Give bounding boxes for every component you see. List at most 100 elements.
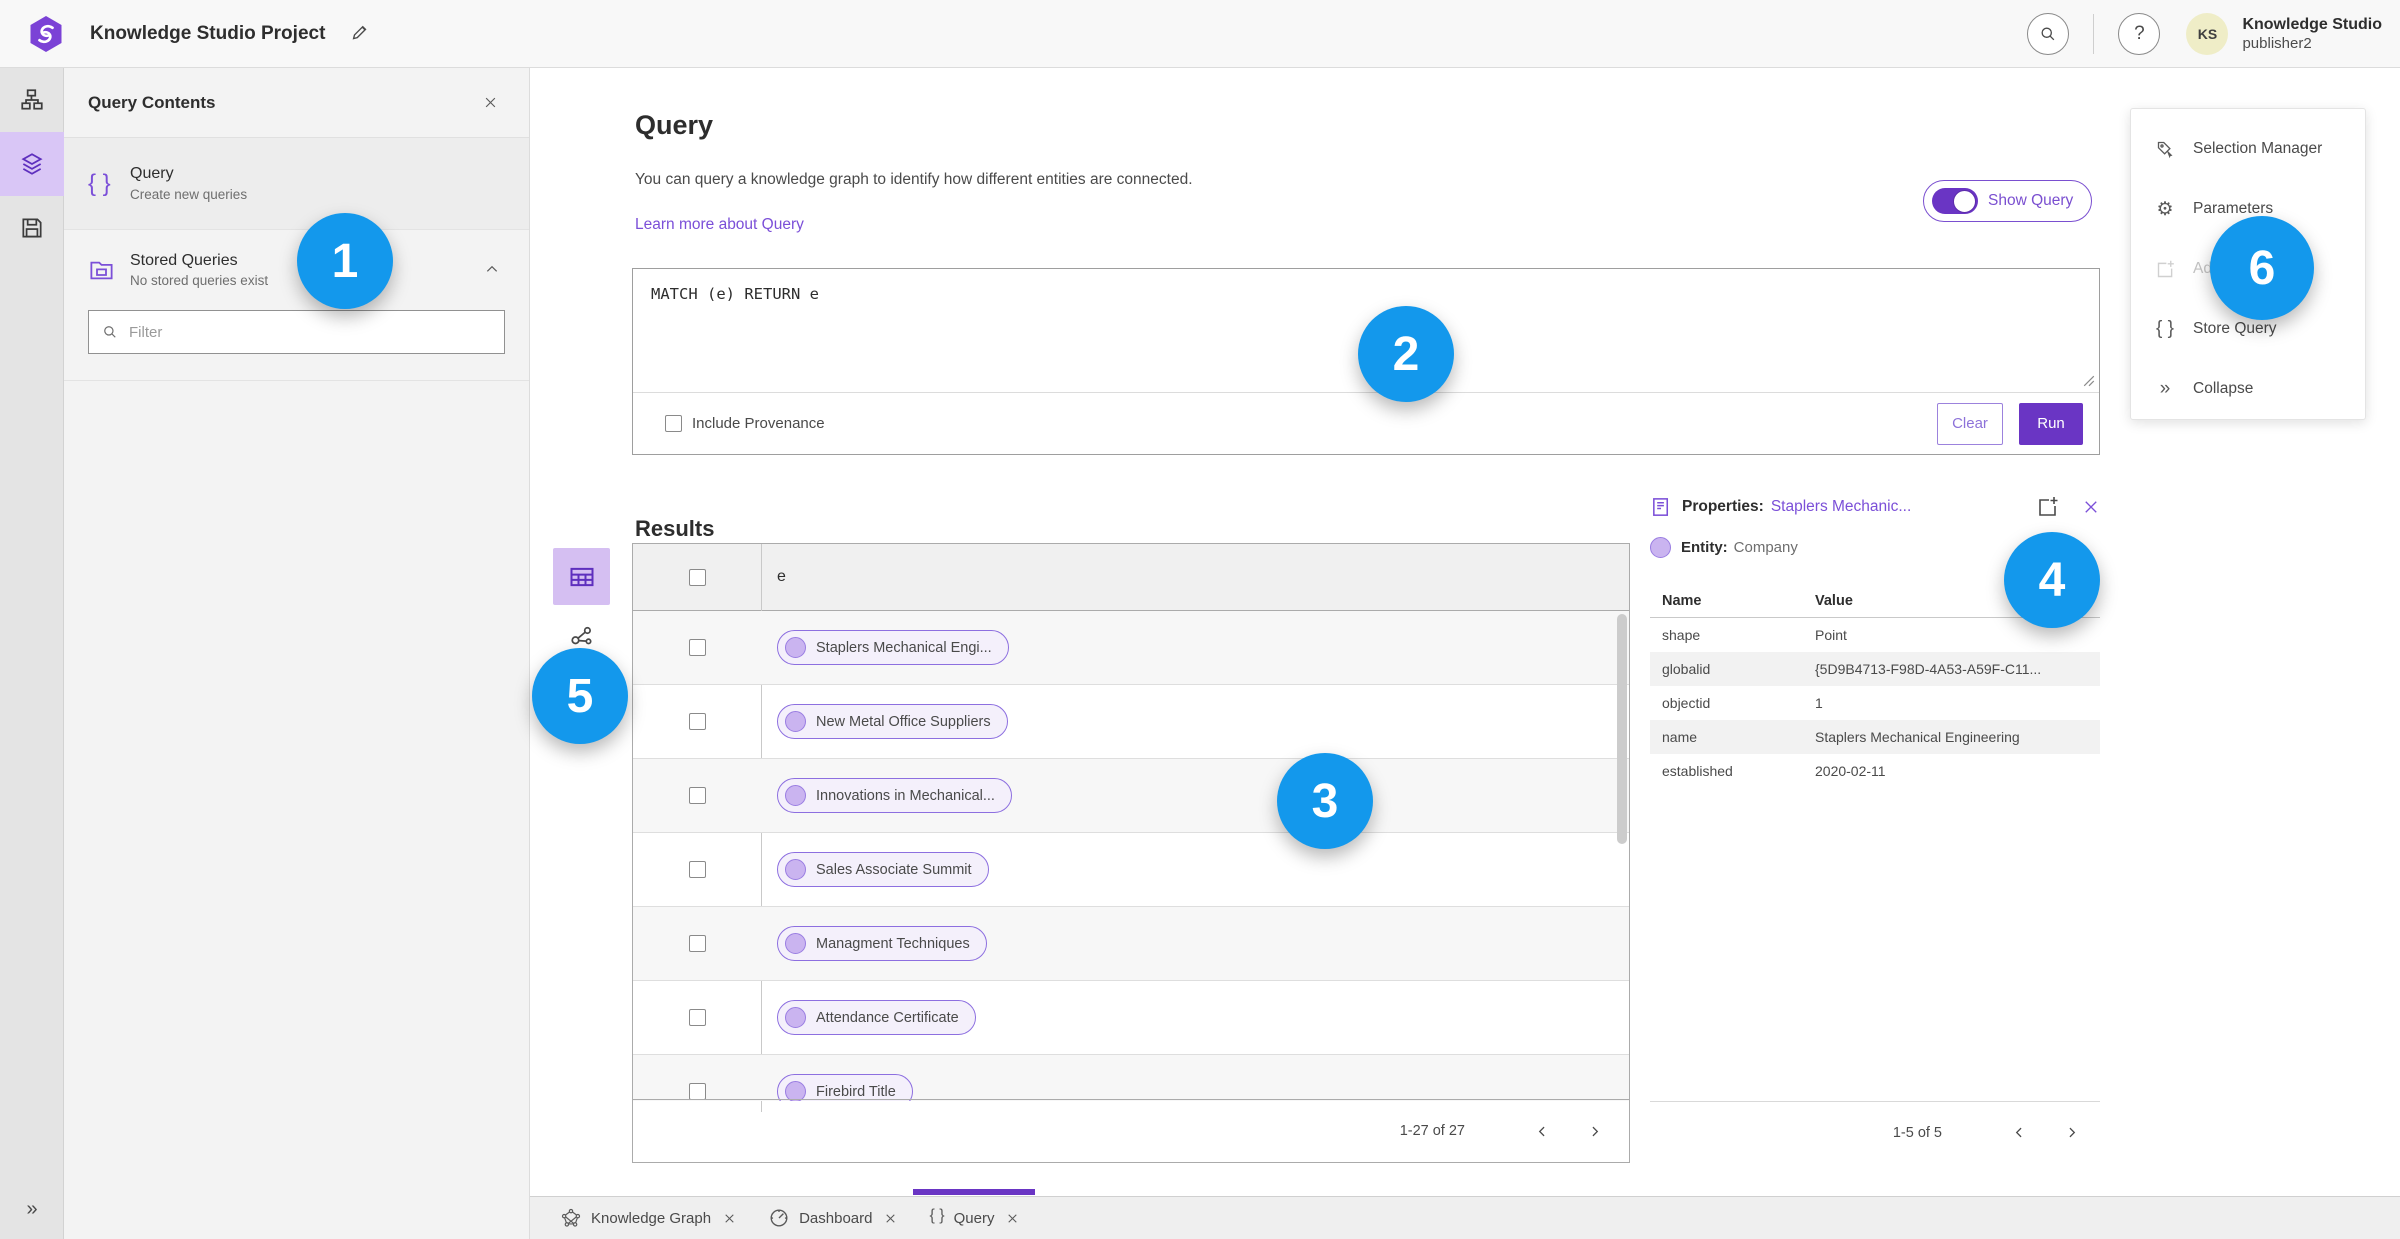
include-provenance-checkbox[interactable] <box>665 415 682 432</box>
double-chevron-right-icon: » <box>2159 378 2171 399</box>
entity-chip-label: Firebird Title <box>816 1083 896 1100</box>
entity-chip[interactable]: Attendance Certificate <box>777 1000 976 1035</box>
entity-type-value: Company <box>1733 539 1798 556</box>
query-editor[interactable]: MATCH (e) RETURN e <box>651 285 819 303</box>
rail-item-contents[interactable] <box>0 132 64 196</box>
dashboard-gauge-icon <box>770 1209 788 1227</box>
sidebar-item-query[interactable]: { } Query Create new queries <box>64 138 529 230</box>
row-checkbox[interactable] <box>688 1009 706 1026</box>
account-name: Knowledge Studio <box>2242 16 2382 34</box>
bottom-tab-bar: Knowledge Graph Dashboard { } Query <box>530 1188 2400 1239</box>
chevron-right-icon <box>2068 1127 2075 1138</box>
entity-dot-icon <box>785 1007 806 1028</box>
table-row[interactable]: New Metal Office Suppliers <box>633 685 1629 759</box>
table-scrollbar[interactable] <box>1617 614 1627 1099</box>
run-button[interactable]: Run <box>2019 402 2083 445</box>
entity-chip[interactable]: Innovations in Mechanical... <box>777 778 1012 813</box>
table-view-button[interactable] <box>553 548 610 605</box>
search-button[interactable] <box>2027 13 2070 55</box>
menu-item-label: Selection Manager <box>2193 140 2323 157</box>
tab-query[interactable]: { } Query <box>913 1188 1036 1239</box>
properties-entity-link[interactable]: Staplers Mechanic... <box>1771 498 1911 516</box>
close-icon <box>485 97 495 108</box>
filter-field[interactable] <box>88 310 505 354</box>
property-value: {5D9B4713-F98D-4A53-A59F-C11... <box>1815 661 2042 677</box>
close-tab-icon[interactable] <box>884 1212 897 1225</box>
topbar-divider <box>2093 14 2095 54</box>
tab-knowledge-graph[interactable]: Knowledge Graph <box>544 1197 752 1239</box>
results-next-page-button[interactable] <box>1579 1116 1609 1146</box>
column-header-e[interactable]: e <box>777 568 786 586</box>
project-title: Knowledge Studio Project <box>90 22 326 44</box>
row-checkbox[interactable] <box>688 787 706 804</box>
table-row[interactable]: Firebird Title <box>633 1055 1629 1101</box>
app-logo-icon <box>30 15 62 52</box>
entity-chip[interactable]: Sales Associate Summit <box>777 852 989 887</box>
query-item-subtitle: Create new queries <box>130 187 248 202</box>
scrollbar-thumb[interactable] <box>1617 614 1627 844</box>
table-row[interactable]: Managment Techniques <box>633 907 1629 981</box>
table-row[interactable]: Sales Associate Summit <box>633 833 1629 907</box>
knowledge-graph-icon <box>561 1208 581 1227</box>
annotation-badge-4: 4 <box>2004 532 2100 628</box>
entity-chip[interactable]: Staplers Mechanical Engi... <box>777 630 1009 665</box>
expand-rail-button[interactable]: » <box>0 1198 64 1221</box>
entity-chip[interactable]: Managment Techniques <box>777 926 987 961</box>
left-rail: » <box>0 68 64 1239</box>
row-checkbox[interactable] <box>688 639 706 656</box>
menu-item-selection-manager[interactable]: Selection Manager <box>2131 119 2365 179</box>
add-to-map-icon[interactable] <box>2036 495 2060 519</box>
annotation-badge-5: 5 <box>532 648 628 744</box>
rail-item-data-model[interactable] <box>0 68 64 132</box>
results-prev-page-button[interactable] <box>1527 1116 1557 1146</box>
edit-title-icon[interactable] <box>349 23 371 45</box>
entity-chip[interactable]: Firebird Title <box>777 1074 913 1101</box>
row-checkbox[interactable] <box>688 1083 706 1100</box>
entity-dot-icon <box>785 1081 806 1101</box>
properties-header: Properties: Staplers Mechanic... <box>1650 495 2100 519</box>
row-checkbox[interactable] <box>688 861 706 878</box>
table-row[interactable]: Attendance Certificate <box>633 981 1629 1055</box>
menu-item-collapse[interactable]: » Collapse <box>2131 359 2365 419</box>
layers-icon <box>21 153 43 175</box>
close-panel-button[interactable] <box>475 88 505 118</box>
resize-handle[interactable] <box>2083 375 2095 387</box>
tab-dashboard[interactable]: Dashboard <box>752 1197 913 1239</box>
selection-manager-icon <box>2153 137 2177 161</box>
annotation-badge-2: 2 <box>1358 306 1454 402</box>
property-value: 1 <box>1815 695 1823 711</box>
select-all-checkbox[interactable] <box>688 568 706 586</box>
properties-next-page-button[interactable] <box>2056 1118 2086 1148</box>
account-info[interactable]: Knowledge Studio publisher2 <box>2242 16 2382 52</box>
table-row[interactable]: Innovations in Mechanical... <box>633 759 1629 833</box>
chevron-up-icon <box>486 265 498 272</box>
close-properties-icon[interactable] <box>2082 498 2100 516</box>
property-value: 2020-02-11 <box>1815 763 1886 779</box>
rail-item-save[interactable] <box>0 196 64 260</box>
close-tab-icon[interactable] <box>1006 1212 1019 1225</box>
help-button[interactable]: ? <box>2118 13 2161 55</box>
properties-prev-page-button[interactable] <box>2004 1118 2034 1148</box>
collapse-section-button[interactable] <box>479 257 505 283</box>
braces-icon: { } <box>2156 318 2174 339</box>
table-row[interactable]: Staplers Mechanical Engi... <box>633 611 1629 685</box>
table-footer: 1-27 of 27 <box>633 1099 1629 1162</box>
page-title: Query <box>635 110 714 140</box>
close-tab-icon[interactable] <box>723 1212 736 1225</box>
page-description: You can query a knowledge graph to ident… <box>635 171 1193 188</box>
top-bar: Knowledge Studio Project ? KS Knowledge … <box>0 0 2400 68</box>
show-query-toggle[interactable]: Show Query <box>1923 180 2093 222</box>
tab-label: Query <box>953 1209 995 1227</box>
clear-button[interactable]: Clear <box>1937 402 2003 445</box>
filter-input[interactable] <box>129 323 492 341</box>
row-checkbox[interactable] <box>688 713 706 730</box>
row-checkbox[interactable] <box>688 935 706 952</box>
user-avatar[interactable]: KS <box>2186 13 2229 55</box>
learn-more-link[interactable]: Learn more about Query <box>635 216 804 234</box>
entity-chip-label: Staplers Mechanical Engi... <box>816 639 992 656</box>
entity-chip[interactable]: New Metal Office Suppliers <box>777 704 1008 739</box>
save-icon <box>22 218 42 238</box>
property-name: objectid <box>1662 695 1711 711</box>
annotation-badge-3: 3 <box>1277 753 1373 849</box>
property-name: shape <box>1662 627 1701 643</box>
